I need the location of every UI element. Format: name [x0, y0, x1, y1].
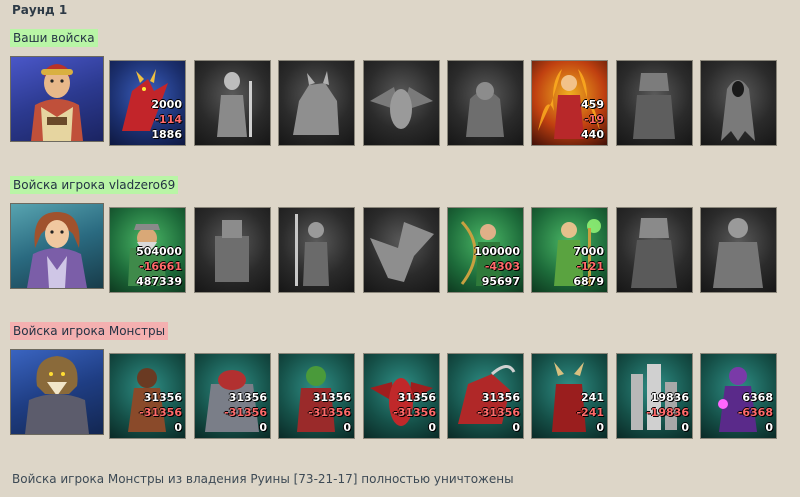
unit-count-start: 31356: [397, 391, 436, 404]
unit-count-loss: -19836: [646, 406, 689, 419]
unit-slot[interactable]: [194, 60, 271, 146]
hero-sorceress-icon: [27, 212, 87, 288]
werewolf-icon: [293, 71, 339, 135]
unit-slot[interactable]: [363, 207, 440, 293]
paladin-icon: [631, 218, 677, 288]
unit-count-left: 0: [681, 421, 689, 434]
skeleton-warrior-icon: [217, 72, 252, 137]
unit-count-loss: -6368: [737, 406, 773, 419]
unit-count-start: 459: [581, 98, 604, 111]
unit-count-start: 31356: [312, 391, 351, 404]
unit-slot[interactable]: [278, 207, 355, 293]
unit-slot[interactable]: 459 -19 440: [531, 60, 608, 146]
unit-slot[interactable]: 31356 -31356 0: [194, 353, 271, 439]
unit-slot[interactable]: [363, 60, 440, 146]
unit-count-start: 504000: [136, 245, 182, 258]
unit-count-left: 0: [428, 421, 436, 434]
unit-count-start: 2000: [151, 98, 182, 111]
unit-count-loss: -31356: [139, 406, 182, 419]
unit-slot[interactable]: 31356 -31356 0: [363, 353, 440, 439]
side-label-ally: Войска игрока vladzero69: [10, 176, 179, 194]
unit-slot[interactable]: 19836 -19836 0: [616, 353, 693, 439]
iron-golem-icon: [215, 220, 249, 282]
unit-slot[interactable]: [194, 207, 271, 293]
unit-count-start: 241: [581, 391, 604, 404]
unit-count-start: 6368: [742, 391, 773, 404]
armored-knight-icon: [633, 73, 675, 139]
unit-slot[interactable]: [700, 207, 777, 293]
unit-slot[interactable]: 241 -241 0: [531, 353, 608, 439]
unit-count-left: 1886: [151, 128, 182, 141]
army-row-own: 2000 -114 1886 459 -19 440: [10, 56, 800, 150]
hero-woman-icon: [31, 64, 83, 141]
gargoyle-icon: [370, 87, 433, 129]
battle-summary: Войска игрока Монстры из владения Руины …: [12, 472, 514, 486]
unit-count-start: 31356: [481, 391, 520, 404]
unit-slot[interactable]: [616, 60, 693, 146]
unit-count-left: 0: [596, 421, 604, 434]
hero-portrait-own[interactable]: [10, 56, 104, 142]
unit-count-loss: -31356: [393, 406, 436, 419]
unit-count-loss: -121: [576, 260, 604, 273]
unit-slot[interactable]: [616, 207, 693, 293]
unit-count-start: 7000: [573, 245, 604, 258]
unit-count-left: 0: [512, 421, 520, 434]
hero-portrait-ally[interactable]: [10, 203, 104, 289]
unit-slot[interactable]: 504000 -16661 487339: [109, 207, 186, 293]
hero-portrait-enemy[interactable]: [10, 349, 104, 435]
unit-slot[interactable]: [700, 60, 777, 146]
unit-count-loss: -114: [154, 113, 182, 126]
unit-count-loss: -16661: [139, 260, 182, 273]
hero-beastman-icon: [25, 356, 89, 434]
titan-icon: [713, 218, 763, 288]
unit-count-start: 19836: [650, 391, 689, 404]
unit-count-left: 0: [343, 421, 351, 434]
unit-count-left: 0: [174, 421, 182, 434]
unit-count-loss: -241: [576, 406, 604, 419]
unit-count-left: 0: [259, 421, 267, 434]
unit-count-loss: -31356: [308, 406, 351, 419]
unit-slot[interactable]: 31356 -31356 0: [447, 353, 524, 439]
unit-slot[interactable]: 31356 -31356 0: [109, 353, 186, 439]
unit-slot[interactable]: 100000 -4303 95697: [447, 207, 524, 293]
army-row-ally: 504000 -16661 487339 100000 -4303 95697 …: [10, 203, 800, 297]
spearman-icon: [295, 214, 329, 286]
army-row-enemy: 31356 -31356 0 31356 -31356 0 31356 -313…: [10, 349, 800, 443]
unit-count-loss: -19: [584, 113, 604, 126]
unit-slot[interactable]: [447, 60, 524, 146]
unit-slot[interactable]: 6368 -6368 0: [700, 353, 777, 439]
unit-slot[interactable]: 31356 -31356 0: [278, 353, 355, 439]
side-label-enemy: Войска игрока Монстры: [10, 322, 169, 340]
unit-count-left: 0: [765, 421, 773, 434]
unit-count-start: 100000: [474, 245, 520, 258]
unit-count-left: 487339: [136, 275, 182, 288]
unit-count-loss: -4303: [484, 260, 520, 273]
unit-count-left: 440: [581, 128, 604, 141]
unit-count-left: 95697: [481, 275, 520, 288]
round-title: Раунд 1: [12, 3, 68, 17]
unit-count-loss: -31356: [224, 406, 267, 419]
wraith-icon: [721, 80, 755, 141]
unit-count-start: 31356: [228, 391, 267, 404]
unit-count-start: 31356: [143, 391, 182, 404]
ghoul-icon: [466, 82, 504, 137]
unit-count-loss: -31356: [477, 406, 520, 419]
unit-slot[interactable]: 7000 -121 6879: [531, 207, 608, 293]
side-label-own: Ваши войска: [10, 29, 98, 47]
unit-slot[interactable]: [278, 60, 355, 146]
griffin-icon: [370, 222, 434, 282]
unit-slot[interactable]: 2000 -114 1886: [109, 60, 186, 146]
unit-count-left: 6879: [573, 275, 604, 288]
